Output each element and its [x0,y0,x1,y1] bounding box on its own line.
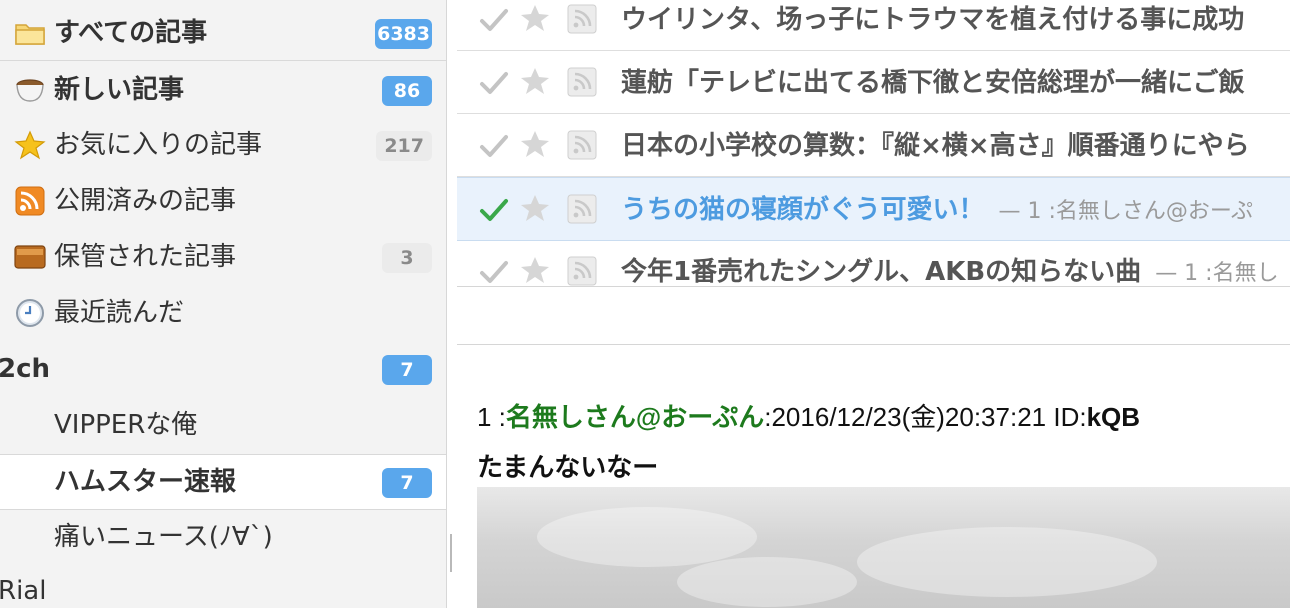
sidebar-item-new-articles[interactable]: 新しい記事 86 [0,60,446,117]
pane-splitter[interactable] [450,534,452,572]
sidebar-item-all-articles[interactable]: すべての記事 6383 [0,4,446,60]
check-icon[interactable] [479,133,509,159]
article-title: 蓮舫「テレビに出てる橋下徹と安倍総理が一緒にご飯 [621,68,1245,98]
count-badge: 86 [382,76,432,106]
sidebar-item-label: お気に入りの記事 [54,130,263,160]
feed-icon [567,256,597,286]
feed-icon [567,4,597,34]
star-outline-icon[interactable] [519,193,551,223]
sidebar-item-published[interactable]: 公開済みの記事 [0,172,446,228]
post-date: :2016/12/23(金)20:37:21 ID: [764,402,1087,432]
feed-icon [567,67,597,97]
post-id: kQB [1086,402,1141,432]
article-title-text: 今年1番売れたシングル、AKBの知らない曲 [621,257,1142,287]
sidebar-item-label: 公開済みの記事 [54,186,237,216]
sidebar-feed-vipper[interactable]: VIPPERな俺 [0,396,446,452]
sidebar-feed-hamster[interactable]: ハムスター速報 7 [0,454,446,510]
sidebar-group-rial[interactable]: Rial [0,562,446,608]
post-image [477,487,1290,608]
archive-box-icon [14,245,46,269]
article-title-text: うちの猫の寝顔がぐう可愛い！ [621,195,985,225]
rss-icon [15,186,45,216]
check-icon[interactable] [479,259,509,285]
sidebar-item-label: 新しい記事 [54,75,185,105]
count-badge: 7 [382,468,432,498]
count-badge: 7 [382,355,432,385]
article-row-selected[interactable]: うちの猫の寝顔がぐう可愛い！ — 1 :名無しさん@おーぷ [457,177,1290,241]
post-header: 1 :名無しさん@おーぷん:2016/12/23(金)20:37:21 ID:k… [477,397,1140,434]
coffee-cup-icon [16,79,44,102]
feed-icon [567,194,597,224]
group-label: Rial [0,576,47,606]
star-outline-icon[interactable] [519,255,551,285]
divider [457,344,1290,345]
folder-icon [15,24,45,45]
check-icon[interactable] [479,197,509,223]
article-content: 1 :名無しさん@おーぷん:2016/12/23(金)20:37:21 ID:k… [457,287,1290,608]
count-badge: 217 [376,131,432,161]
check-icon[interactable] [479,7,509,33]
group-label: 2ch [0,354,51,384]
sidebar: すべての記事 6383 新しい記事 86 お気に入りの記事 217 公開済みの記… [0,0,447,608]
star-outline-icon[interactable] [519,3,551,33]
star-outline-icon[interactable] [519,66,551,96]
star-icon [14,130,46,160]
article-excerpt: — 1 :名無しさん@おーぷ [998,199,1254,224]
sidebar-group-2ch[interactable]: 2ch 7 [0,340,446,396]
sidebar-item-label: 最近読んだ [54,298,185,328]
star-outline-icon[interactable] [519,129,551,159]
sidebar-item-label: 保管された記事 [54,242,237,272]
post-body: たまんないなー [477,453,659,483]
article-excerpt: — 1 :名無し [1155,261,1279,286]
clock-icon [16,299,44,327]
sidebar-item-recently-read[interactable]: 最近読んだ [0,284,446,340]
post-number: 1 : [477,402,506,432]
article-title: 今年1番売れたシングル、AKBの知らない曲 — 1 :名無し [621,240,1279,287]
feed-label: 痛いニュース(ﾉ∀`) [54,522,273,552]
article-title: ウイリンタ、场っ子にトラウマを植え付ける事に成功 [621,5,1245,35]
article-row[interactable]: 日本の小学校の算数：『縦×横×高さ』順番通りにやら [457,114,1290,177]
count-badge: 3 [382,243,432,273]
article-row[interactable]: 今年1番売れたシングル、AKBの知らない曲 — 1 :名無し [457,240,1290,287]
post-author-name: 名無しさん@おーぷん [505,402,765,432]
article-list: ウイリンタ、场っ子にトラウマを植え付ける事に成功 蓮舫「テレビに出てる橋下徹と安… [457,0,1290,287]
feed-label: ハムスター速報 [54,467,237,497]
article-title: うちの猫の寝顔がぐう可愛い！ — 1 :名無しさん@おーぷ [621,178,1253,240]
article-row[interactable]: ウイリンタ、场っ子にトラウマを植え付ける事に成功 [457,0,1290,51]
article-title: 日本の小学校の算数：『縦×横×高さ』順番通りにやら [621,131,1250,161]
article-row[interactable]: 蓮舫「テレビに出てる橋下徹と安倍総理が一緒にご飯 [457,51,1290,114]
sidebar-item-label: すべての記事 [54,18,208,48]
sidebar-item-archived[interactable]: 保管された記事 3 [0,228,446,284]
check-icon[interactable] [479,70,509,96]
feed-label: VIPPERな俺 [54,410,198,440]
feed-icon [567,130,597,160]
sidebar-item-favorites[interactable]: お気に入りの記事 217 [0,116,446,172]
sidebar-feed-itai-news[interactable]: 痛いニュース(ﾉ∀`) [0,508,446,564]
count-badge: 6383 [375,19,432,49]
